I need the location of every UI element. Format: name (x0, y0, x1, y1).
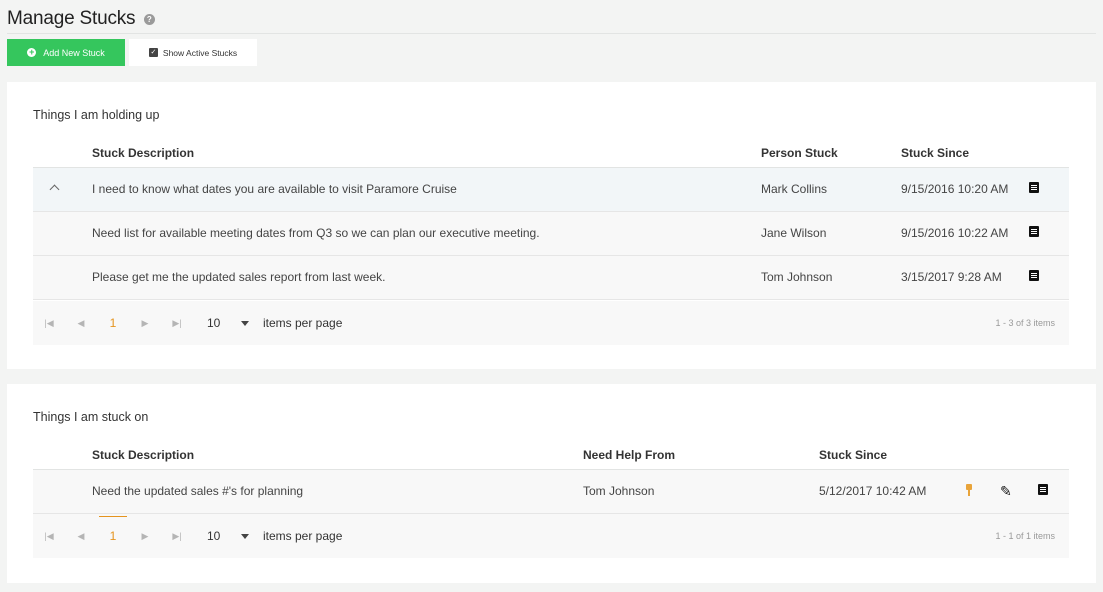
row-description: Please get me the updated sales report f… (92, 255, 761, 300)
checkbox-checked-icon: ✓ (148, 48, 158, 57)
prev-page-icon[interactable]: ◀ (65, 318, 97, 329)
show-active-stucks-toggle[interactable]: ✓ Show Active Stucks (129, 39, 257, 66)
table-row[interactable]: Need list for available meeting dates fr… (33, 211, 1069, 256)
prev-page-icon[interactable]: ◀ (65, 531, 97, 542)
row-since: 9/15/2016 10:20 AM (901, 167, 1029, 212)
add-new-stuck-button[interactable]: + Add New Stuck (7, 39, 125, 66)
row-person: Mark Collins (761, 167, 901, 212)
add-new-stuck-label: Add New Stuck (43, 47, 105, 58)
stuck-on-pager: |◀ ◀ 1 ▶ ▶| 10 items per page 1 - 1 of 1… (33, 514, 1069, 558)
table-row[interactable]: Please get me the updated sales report f… (33, 255, 1069, 300)
row-description: Need list for available meeting dates fr… (92, 211, 761, 256)
page-size-select[interactable]: 10 (207, 316, 249, 330)
notes-icon[interactable] (1029, 182, 1039, 193)
stuck-on-grid: Stuck Description Need Help From Stuck S… (33, 441, 1069, 514)
column-header-need-help-from[interactable]: Need Help From (583, 441, 819, 470)
column-header-description[interactable]: Stuck Description (92, 441, 583, 470)
actions-column-header (1029, 139, 1069, 168)
column-header-stuck-since[interactable]: Stuck Since (901, 139, 1029, 168)
holding-up-pager: |◀ ◀ 1 ▶ ▶| 10 items per page 1 - 3 of 3… (33, 301, 1069, 345)
chevron-up-icon[interactable] (49, 184, 60, 195)
pager-info: 1 - 3 of 3 items (995, 318, 1055, 328)
stuck-on-title: Things I am stuck on (33, 410, 149, 424)
actions-column-header (952, 441, 990, 470)
column-header-person-stuck[interactable]: Person Stuck (761, 139, 901, 168)
notes-icon[interactable] (1029, 270, 1039, 281)
column-header-stuck-since[interactable]: Stuck Since (819, 441, 952, 470)
expand-column-header (33, 441, 92, 470)
help-icon[interactable]: ? (143, 14, 155, 25)
table-row[interactable]: Need the updated sales #'s for planning … (33, 469, 1069, 514)
notes-icon[interactable] (1029, 226, 1039, 237)
row-person: Tom Johnson (583, 469, 819, 514)
next-page-icon[interactable]: ▶ (129, 318, 161, 329)
page-size-value: 10 (207, 316, 221, 330)
last-page-icon[interactable]: ▶| (161, 318, 193, 329)
last-page-icon[interactable]: ▶| (161, 531, 193, 542)
plus-circle-icon: + (27, 47, 37, 57)
next-page-icon[interactable]: ▶ (129, 531, 161, 542)
pager-info: 1 - 1 of 1 items (995, 531, 1055, 541)
row-since: 9/15/2016 10:22 AM (901, 211, 1029, 256)
page-header: Manage Stucks ? (7, 8, 1096, 34)
page-number[interactable]: 1 (97, 516, 129, 543)
row-description: I need to know what dates you are availa… (92, 167, 761, 212)
pencil-icon[interactable]: ✎ (1000, 483, 1012, 499)
row-description: Need the updated sales #'s for planning (92, 469, 583, 514)
page-number[interactable]: 1 (97, 316, 129, 330)
column-header-description[interactable]: Stuck Description (92, 139, 761, 168)
caret-down-icon (241, 533, 249, 539)
first-page-icon[interactable]: |◀ (33, 531, 65, 542)
row-since: 5/12/2017 10:42 AM (819, 469, 952, 514)
items-per-page-label: items per page (263, 529, 343, 543)
page-size-value: 10 (207, 529, 221, 543)
holding-up-grid: Stuck Description Person Stuck Stuck Sin… (33, 139, 1069, 300)
row-person: Tom Johnson (761, 255, 901, 300)
items-per-page-label: items per page (263, 316, 343, 330)
pin-icon[interactable] (966, 483, 972, 496)
holding-up-card: Things I am holding up Stuck Description… (7, 82, 1096, 369)
page-size-select[interactable]: 10 (207, 529, 249, 543)
row-since: 3/15/2017 9:28 AM (901, 255, 1029, 300)
notes-icon[interactable] (1038, 484, 1048, 495)
row-person: Jane Wilson (761, 211, 901, 256)
caret-down-icon (241, 320, 249, 326)
page-title: Manage Stucks (7, 8, 136, 29)
expand-column-header (33, 139, 92, 168)
holding-up-title: Things I am holding up (33, 108, 160, 122)
table-row[interactable]: I need to know what dates you are availa… (33, 167, 1069, 212)
stuck-on-card: Things I am stuck on Stuck Description N… (7, 384, 1096, 583)
toolbar: + Add New Stuck ✓ Show Active Stucks (7, 39, 257, 66)
show-active-stucks-label: Show Active Stucks (162, 47, 238, 58)
first-page-icon[interactable]: |◀ (33, 318, 65, 329)
